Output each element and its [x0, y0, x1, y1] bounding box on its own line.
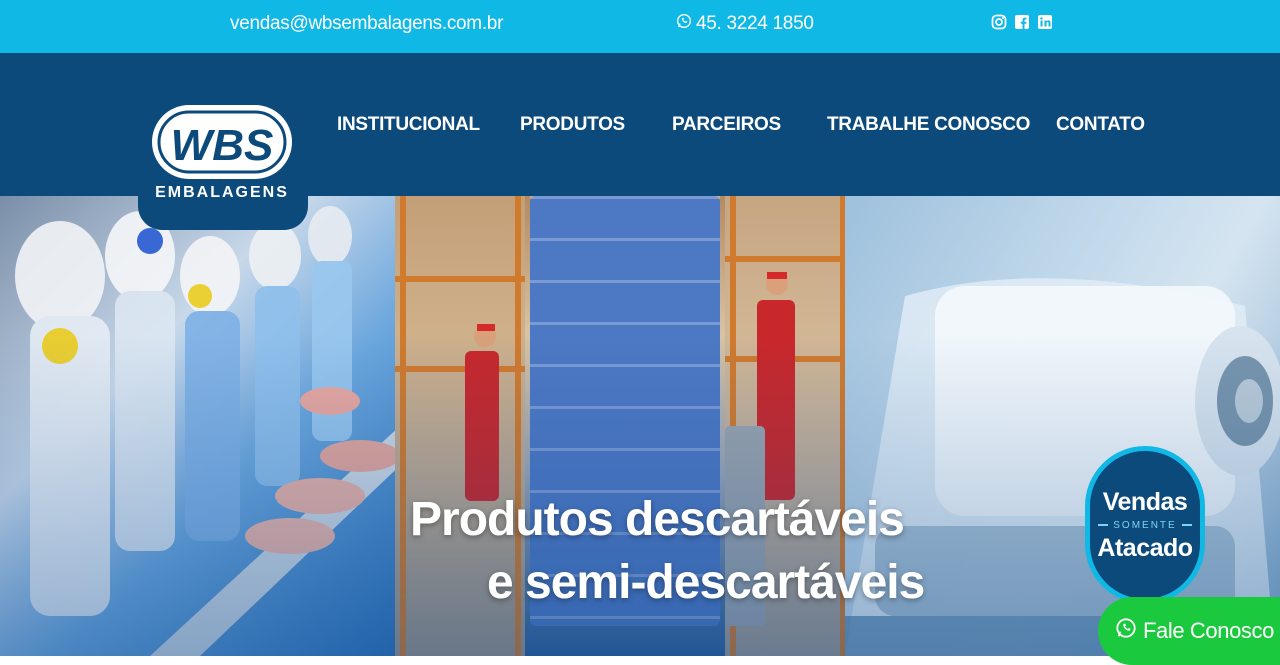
nav-parceiros[interactable]: PARCEIROS — [672, 114, 781, 136]
top-contact-bar: vendas@wbsembalagens.com.br 45. 3224 185… — [0, 0, 1280, 53]
nav-institucional[interactable]: INSTITUCIONAL — [337, 114, 480, 136]
hero-headline-line2: e semi-descartáveis — [487, 556, 925, 609]
instagram-icon[interactable] — [991, 14, 1007, 30]
nav-trabalhe-conosco[interactable]: TRABALHE CONOSCO — [827, 114, 1030, 136]
social-links — [991, 14, 1053, 30]
whatsapp-icon — [676, 13, 692, 35]
main-nav: INSTITUCIONAL PRODUTOS PARCEIROS TRABALH… — [0, 114, 1280, 140]
phone-link[interactable]: 45. 3224 1850 — [676, 13, 814, 35]
page-bottom-edge — [0, 656, 1280, 665]
logo-subtitle: EMBALAGENS — [155, 184, 289, 201]
email-link[interactable]: vendas@wbsembalagens.com.br — [230, 13, 503, 35]
nav-produtos[interactable]: PRODUTOS — [520, 114, 625, 136]
badge-middle: SOMENTE — [1098, 519, 1192, 531]
nav-contato[interactable]: CONTATO — [1056, 114, 1145, 136]
badge-bottom-text: Atacado — [1097, 533, 1193, 562]
fale-conosco-button[interactable]: Fale Conosco — [1098, 597, 1280, 665]
whatsapp-icon — [1115, 617, 1137, 645]
badge-middle-text: SOMENTE — [1113, 519, 1177, 531]
linkedin-icon[interactable] — [1037, 14, 1053, 30]
wholesale-badge: Vendas SOMENTE Atacado — [1085, 446, 1205, 604]
phone-number: 45. 3224 1850 — [696, 13, 814, 34]
fale-conosco-label: Fale Conosco — [1143, 618, 1274, 643]
facebook-icon[interactable] — [1014, 14, 1030, 30]
hero-headline-line1: Produtos descartáveis — [410, 493, 905, 546]
badge-top-text: Vendas — [1102, 487, 1188, 516]
